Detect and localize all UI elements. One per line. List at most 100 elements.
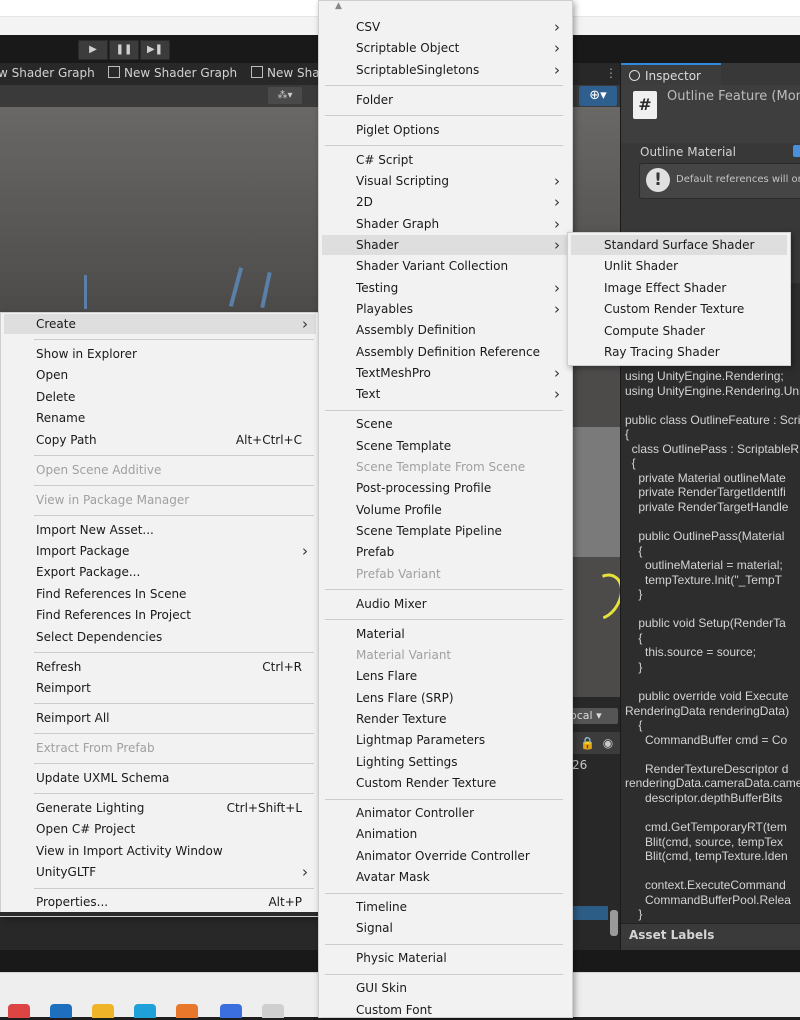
create-item-material[interactable]: Material (322, 624, 568, 644)
create-item-playables[interactable]: Playables › (322, 299, 568, 319)
menu-item-label: Signal (356, 921, 393, 936)
tab-inspector[interactable]: Inspector (621, 63, 721, 85)
menu-item-delete[interactable]: Delete (4, 387, 316, 407)
menu-item-label: Shader Variant Collection (356, 259, 509, 274)
transform-tools-icon[interactable]: ⁂▾ (268, 87, 302, 104)
create-item-textmeshpro[interactable]: TextMeshPro › (322, 363, 568, 383)
create-item-timeline[interactable]: Timeline (322, 897, 568, 917)
project-context-menu: Create › Show in Explorer Open Delete Rename C… (0, 312, 320, 917)
menu-item-label: Reimport (36, 681, 91, 695)
shader-item-custom-render-texture[interactable]: Custom Render Texture (571, 299, 787, 319)
menu-item-unitygltf[interactable]: UnityGLTF › (4, 862, 316, 882)
menu-item-refresh[interactable]: Refresh Ctrl+R (4, 657, 316, 677)
menu-item-label: CSV (356, 20, 381, 34)
create-item-folder[interactable]: Folder (322, 90, 568, 110)
lock-icon[interactable]: 🔒 (580, 736, 595, 750)
selected-row[interactable] (572, 906, 608, 920)
create-item-signal[interactable]: Signal (322, 918, 568, 938)
tab-shader-graph-2[interactable]: New Shader Graph (108, 66, 237, 80)
create-item-custom-font[interactable]: Custom Font (322, 1000, 568, 1020)
create-item-scene-template[interactable]: Scene Template (322, 436, 568, 456)
create-item-prefab[interactable]: Prefab (322, 542, 568, 562)
menu-item-generate-lighting[interactable]: Generate Lighting Ctrl+Shift+L (4, 798, 316, 818)
create-item-avatar-mask[interactable]: Avatar Mask (322, 867, 568, 887)
outline-material-field[interactable] (793, 145, 800, 157)
create-item-gui-skin[interactable]: GUI Skin (322, 978, 568, 998)
create-item-physic-material[interactable]: Physic Material (322, 948, 568, 968)
menu-item-copy-path[interactable]: Copy Path Alt+Ctrl+C (4, 430, 316, 450)
create-item-post-processing-profile[interactable]: Post-processing Profile (322, 478, 568, 498)
menu-item-open-c-project[interactable]: Open C# Project (4, 819, 316, 839)
tab-shader-graph-1[interactable]: w Shader Graph (0, 66, 95, 80)
local-dropdown[interactable]: ocal ▾ (566, 708, 618, 724)
shader-item-standard-surface-shader[interactable]: Standard Surface Shader (571, 235, 787, 255)
menu-item-label: Select Dependencies (36, 629, 163, 644)
menu-item-import-new-asset[interactable]: Import New Asset... (4, 520, 316, 540)
play-icon[interactable]: ▶ (78, 40, 108, 60)
pause-icon[interactable]: ❚❚ (109, 40, 139, 60)
shader-item-image-effect-shader[interactable]: Image Effect Shader (571, 278, 787, 298)
create-item-testing[interactable]: Testing › (322, 278, 568, 298)
menu-item-label: Physic Material (356, 951, 447, 966)
create-item-shader-variant-collection[interactable]: Shader Variant Collection (322, 256, 568, 276)
menu-item-rename[interactable]: Rename (4, 408, 316, 428)
create-item-custom-render-texture[interactable]: Custom Render Texture (322, 773, 568, 793)
create-item-scene[interactable]: Scene (322, 414, 568, 434)
more-options-icon[interactable]: ⋮ (605, 66, 617, 80)
create-item-animator-controller[interactable]: Animator Controller (322, 803, 568, 823)
create-item-shader[interactable]: Shader › (322, 234, 568, 255)
create-item-scriptablesingletons[interactable]: ScriptableSingletons › (322, 60, 568, 80)
menu-item-label: Post-processing Profile (356, 481, 492, 496)
step-icon[interactable]: ▶❚ (140, 40, 170, 60)
menu-item-label: Standard Surface Shader (604, 238, 755, 252)
menu-item-open[interactable]: Open (4, 365, 316, 385)
create-item-2d[interactable]: 2D › (322, 192, 568, 212)
create-item-audio-mixer[interactable]: Audio Mixer (322, 594, 568, 614)
create-item-shader-graph[interactable]: Shader Graph › (322, 214, 568, 234)
create-item-lighting-settings[interactable]: Lighting Settings (322, 752, 568, 772)
create-item-scriptable-object[interactable]: Scriptable Object › (322, 38, 568, 58)
menu-item-find-references-in-project[interactable]: Find References In Project (4, 605, 316, 625)
create-item-text[interactable]: Text › (322, 384, 568, 404)
menu-item-view-in-import-activity-window[interactable]: View in Import Activity Window (4, 841, 316, 861)
create-item-assembly-definition-reference[interactable]: Assembly Definition Reference (322, 342, 568, 362)
menu-separator (325, 144, 563, 146)
menu-item-reimport[interactable]: Reimport (4, 678, 316, 698)
menu-item-show-in-explorer[interactable]: Show in Explorer (4, 344, 316, 364)
create-item-animator-override-controller[interactable]: Animator Override Controller (322, 846, 568, 866)
scroll-up-icon[interactable]: ▲ (335, 1, 342, 11)
menu-item-properties[interactable]: Properties... Alt+P (4, 892, 316, 912)
menu-separator (325, 409, 563, 411)
shader-item-ray-tracing-shader[interactable]: Ray Tracing Shader (571, 342, 787, 362)
create-item-lightmap-parameters[interactable]: Lightmap Parameters (322, 730, 568, 750)
create-item-render-texture[interactable]: Render Texture (322, 709, 568, 729)
create-item-animation[interactable]: Animation (322, 824, 568, 844)
menu-item-export-package[interactable]: Export Package... (4, 562, 316, 582)
create-item-lens-flare[interactable]: Lens Flare (322, 666, 568, 686)
create-item-scene-template-pipeline[interactable]: Scene Template Pipeline (322, 521, 568, 541)
create-item-volume-profile[interactable]: Volume Profile (322, 500, 568, 520)
shader-item-compute-shader[interactable]: Compute Shader (571, 321, 787, 341)
menu-item-select-dependencies[interactable]: Select Dependencies (4, 627, 316, 647)
create-item-assembly-definition[interactable]: Assembly Definition (322, 320, 568, 340)
menu-item-update-uxml-schema[interactable]: Update UXML Schema (4, 768, 316, 788)
menu-separator (34, 703, 314, 705)
create-item-lens-flare-srp[interactable]: Lens Flare (SRP) (322, 688, 568, 708)
menu-item-create[interactable]: Create › (4, 314, 316, 334)
menu-item-find-references-in-scene[interactable]: Find References In Scene (4, 584, 316, 604)
gizmo-toggle-icon[interactable]: ⊕▾ (579, 86, 617, 106)
scrollbar[interactable] (610, 910, 618, 936)
asset-labels-header[interactable]: Asset Labels (621, 923, 800, 945)
tab-shader-graph-3[interactable]: New Shad (251, 66, 327, 80)
create-item-piglet-options[interactable]: Piglet Options (322, 120, 568, 140)
shader-item-unlit-shader[interactable]: Unlit Shader (571, 256, 787, 276)
create-item-visual-scripting[interactable]: Visual Scripting › (322, 171, 568, 191)
eye-icon[interactable]: ◉ (603, 736, 613, 750)
menu-item-label: Extract From Prefab (36, 741, 155, 755)
menu-item-label: Prefab Variant (356, 566, 441, 581)
menu-item-reimport-all[interactable]: Reimport All (4, 708, 316, 728)
create-item-c-script[interactable]: C# Script (322, 150, 568, 170)
create-item-csv[interactable]: CSV › (322, 17, 568, 37)
code-line: cmd.GetTemporaryRT(tem (625, 820, 787, 835)
menu-item-import-package[interactable]: Import Package › (4, 541, 316, 561)
